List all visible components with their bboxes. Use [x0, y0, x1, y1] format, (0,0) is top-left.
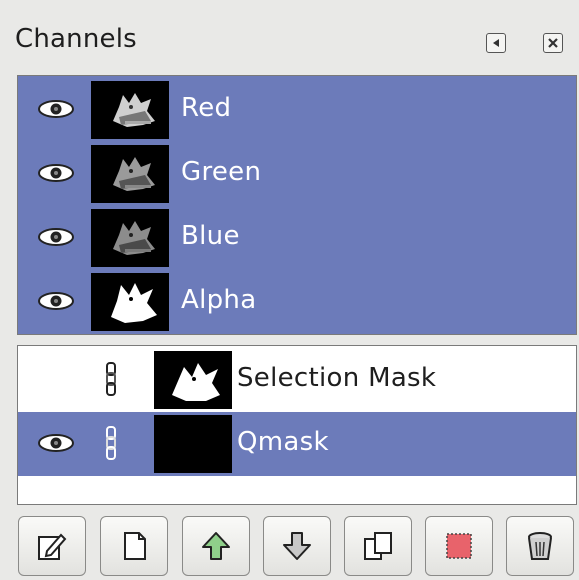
- channels-toolbar: [0, 512, 579, 580]
- duplicate-channel-icon: [364, 532, 392, 560]
- lower-channel-icon: [283, 532, 311, 560]
- chain-link-icon[interactable]: [103, 426, 119, 460]
- panel-header: Channels: [0, 0, 579, 82]
- mask-label: Qmask: [237, 427, 329, 457]
- new-channel-button[interactable]: [100, 516, 168, 576]
- channel-label: Blue: [181, 221, 240, 251]
- panel-title: Channels: [15, 24, 137, 54]
- close-button[interactable]: [543, 33, 563, 53]
- channel-thumbnail: [91, 209, 169, 267]
- channels-list[interactable]: Red Green Blue Alpha: [17, 75, 577, 335]
- channel-label: Alpha: [181, 285, 257, 315]
- channel-label: Green: [181, 157, 262, 187]
- eye-icon[interactable]: [35, 289, 77, 313]
- new-channel-icon: [124, 532, 146, 560]
- mask-row-selection-mask[interactable]: Selection Mask: [18, 348, 576, 412]
- channel-thumbnail: [91, 81, 169, 139]
- delete-channel-icon: [528, 532, 552, 560]
- channel-row-blue[interactable]: Blue: [18, 206, 576, 270]
- raise-channel-button[interactable]: [182, 516, 250, 576]
- lower-channel-button[interactable]: [263, 516, 331, 576]
- channel-row-alpha[interactable]: Alpha: [18, 270, 576, 334]
- close-icon: [548, 38, 558, 48]
- eye-icon[interactable]: [35, 431, 77, 455]
- channels-dock: Channels Red Green Blue Alpha Selection …: [0, 0, 579, 580]
- mask-thumbnail: [154, 415, 232, 473]
- channel-label: Red: [181, 93, 232, 123]
- duplicate-channel-button[interactable]: [344, 516, 412, 576]
- edit-channel-attributes-button[interactable]: [18, 516, 86, 576]
- edit-channel-attributes-icon: [38, 533, 67, 560]
- eye-icon[interactable]: [35, 161, 77, 185]
- eye-icon[interactable]: [35, 97, 77, 121]
- raise-channel-icon: [202, 532, 230, 560]
- tab-menu-icon: [493, 39, 499, 47]
- masks-list[interactable]: Selection Mask Qmask: [17, 345, 577, 505]
- channel-thumbnail: [91, 145, 169, 203]
- channel-to-selection-button[interactable]: [425, 516, 493, 576]
- chain-link-icon[interactable]: [103, 362, 119, 396]
- mask-thumbnail: [154, 351, 232, 409]
- tab-menu-button[interactable]: [486, 33, 506, 53]
- channel-to-selection-icon: [446, 533, 472, 559]
- eye-icon[interactable]: [35, 225, 77, 249]
- channel-row-green[interactable]: Green: [18, 142, 576, 206]
- channel-thumbnail: [91, 273, 169, 331]
- channel-row-red[interactable]: Red: [18, 78, 576, 142]
- mask-row-qmask[interactable]: Qmask: [18, 412, 576, 476]
- delete-channel-button[interactable]: [506, 516, 574, 576]
- mask-label: Selection Mask: [237, 363, 437, 393]
